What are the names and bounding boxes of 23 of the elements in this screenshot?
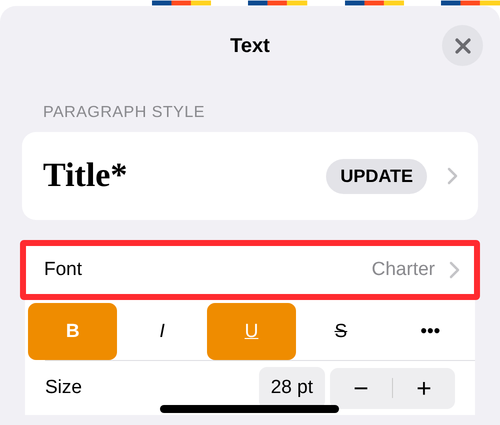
style-name: Title* [43,157,128,195]
font-value: Charter [372,259,435,281]
color-swatch-icon [248,0,308,6]
close-button[interactable] [442,25,483,66]
sheet-title: Text [230,34,270,58]
chevron-icon [447,167,458,185]
strike-button[interactable]: S [296,303,386,360]
font-row[interactable]: Font Charter [20,240,480,300]
update-button[interactable]: UPDATE [326,158,427,194]
decrease-button[interactable]: − [330,372,392,404]
font-label: Font [44,259,84,281]
size-stepper[interactable]: − + [330,368,455,408]
paragraph-style-card[interactable]: Title* UPDATE [22,132,478,220]
section-heading: PARAGRAPH STYLE [43,104,206,122]
color-swatch-icon [152,0,212,6]
chevron-icon [449,261,460,279]
size-label: Size [45,377,83,399]
color-swatch-icon [440,0,500,6]
increase-button[interactable]: + [393,372,455,404]
color-swatch-icon [344,0,404,6]
close-icon [454,38,470,54]
italic-button[interactable]: I [117,303,207,360]
more-button[interactable]: ••• [386,303,475,360]
